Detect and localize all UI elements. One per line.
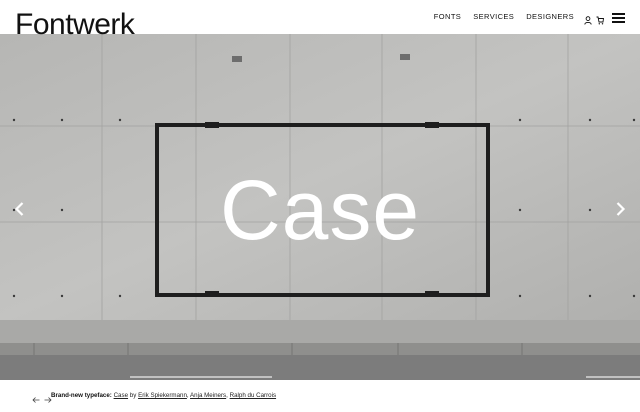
cart-icon[interactable] — [596, 12, 605, 25]
nav-item-services[interactable]: SERVICES — [473, 12, 514, 21]
hamburger-menu-icon[interactable] — [612, 13, 625, 23]
user-icon[interactable] — [584, 12, 592, 25]
designer-link-erik-spiekermann[interactable]: Erik Spiekermann — [138, 392, 187, 399]
nav-item-fonts[interactable]: FONTS — [434, 12, 461, 21]
caption-comma: , — [186, 392, 189, 399]
caption-text: Brand-new typeface: Case by Erik Spieker… — [51, 392, 276, 399]
caption-arrows — [32, 391, 52, 403]
site-header: Fontwerk FONTS SERVICES DESIGNERS — [0, 0, 640, 40]
header-icons — [584, 12, 605, 25]
caption-typeface-link[interactable]: Case — [114, 392, 128, 399]
chevron-left-icon[interactable] — [12, 200, 28, 218]
slide-caption: Brand-new typeface: Case by Erik Spieker… — [0, 380, 640, 412]
hero-title: Case — [219, 163, 421, 257]
site-logo[interactable]: Fontwerk — [15, 10, 135, 40]
caption-lead: Brand-new typeface: — [51, 392, 112, 399]
caption-comma: , — [226, 392, 228, 399]
main-nav: FONTS SERVICES DESIGNERS — [434, 12, 574, 21]
arrow-left-icon[interactable] — [32, 391, 40, 403]
designer-link-anja-meiners[interactable]: Anja Meiners — [190, 392, 226, 399]
designer-link-ralph-du-carrois[interactable]: Ralph du Carrois — [230, 392, 276, 399]
caption-by: by — [129, 392, 137, 399]
nav-item-designers[interactable]: DESIGNERS — [526, 12, 574, 21]
chevron-right-icon[interactable] — [612, 200, 628, 218]
hero-slide: Case — [0, 34, 640, 380]
